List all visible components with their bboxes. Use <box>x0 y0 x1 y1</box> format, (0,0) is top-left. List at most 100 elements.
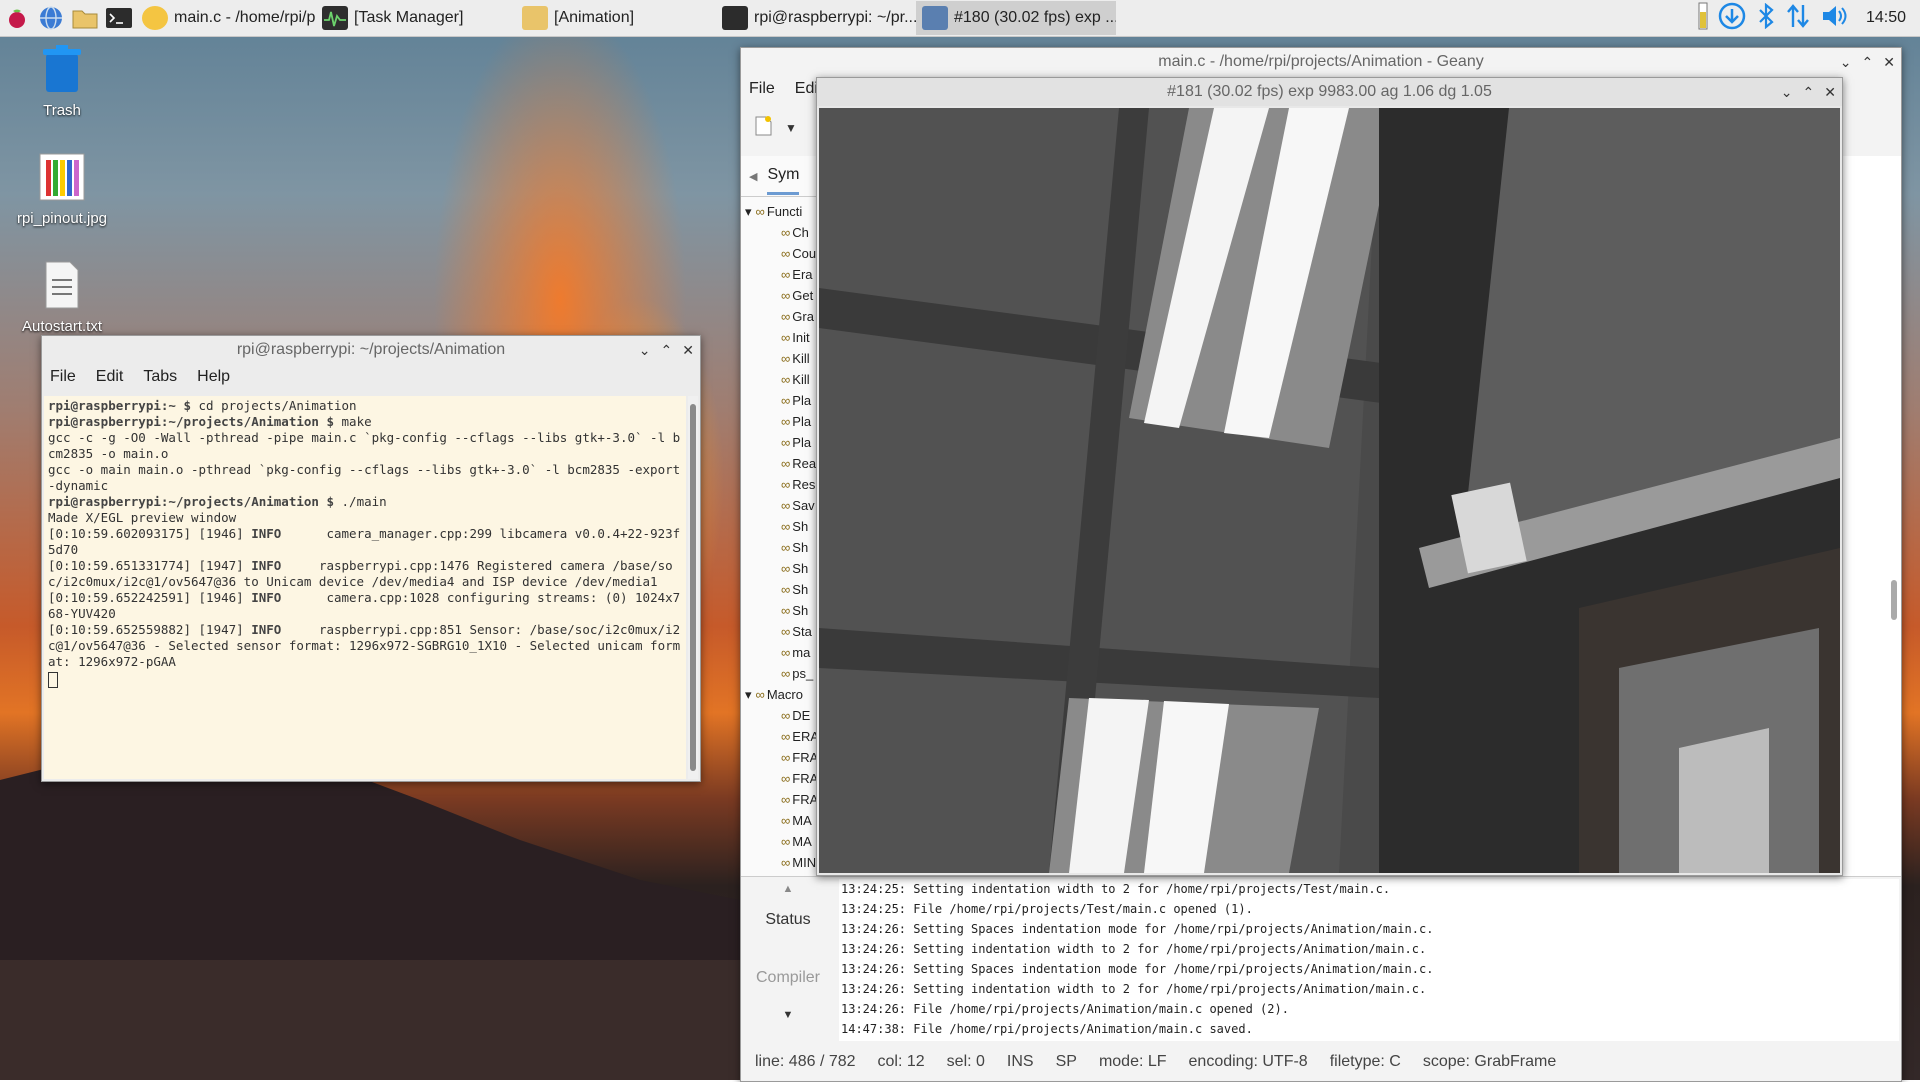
status-message: 13:24:26: Setting indentation width to 2… <box>841 982 1427 996</box>
menu-edit[interactable]: Edit <box>96 368 124 386</box>
tree-item[interactable]: ∞ Pla <box>741 390 821 411</box>
geany-titlebar[interactable]: main.c - /home/rpi/projects/Animation - … <box>741 48 1901 76</box>
down-arrow-icon[interactable]: ▼ <box>741 1009 835 1021</box>
minimize-icon[interactable]: ⌄ <box>639 342 651 359</box>
tree-item[interactable]: ∞ FRA <box>741 768 821 789</box>
cpu-gauge-icon[interactable] <box>1698 2 1708 34</box>
terminal-scrollbar[interactable] <box>688 396 698 779</box>
new-file-icon[interactable] <box>751 114 775 142</box>
tree-item[interactable]: ∞ Sh <box>741 537 821 558</box>
tree-item[interactable]: ∞ Res <box>741 474 821 495</box>
volume-icon[interactable] <box>1820 3 1848 33</box>
dropdown-arrow-icon[interactable]: ▼ <box>785 121 797 135</box>
task-terminal-label: rpi@raspberrypi: ~/pr... <box>754 9 916 26</box>
tree-item[interactable]: ∞ Kill <box>741 348 821 369</box>
terminal-launcher-icon[interactable] <box>102 1 136 35</box>
tree-item[interactable]: ∞ Sav <box>741 495 821 516</box>
tab-scroll-left-icon[interactable]: ◀ <box>741 170 767 183</box>
expander-icon[interactable]: ▾ <box>745 204 752 220</box>
close-icon[interactable]: ✕ <box>682 342 694 359</box>
expander-icon[interactable]: ▾ <box>745 687 752 703</box>
tree-label: Sav <box>792 498 815 513</box>
terminal-menubar: File Edit Tabs Help <box>42 364 700 390</box>
tree-item[interactable]: ∞ FRA <box>741 747 821 768</box>
preview-titlebar[interactable]: #181 (30.02 fps) exp 9983.00 ag 1.06 dg … <box>817 78 1842 106</box>
status-messages[interactable]: 13:24:25: Setting indentation width to 2… <box>839 879 1899 1041</box>
tree-item[interactable]: ∞ ma <box>741 642 821 663</box>
tree-item[interactable]: ∞ Sh <box>741 600 821 621</box>
tree-item[interactable]: ∞ MA <box>741 810 821 831</box>
terminal-titlebar[interactable]: rpi@raspberrypi: ~/projects/Animation ⌄ … <box>42 336 700 364</box>
symbol-icon: ∞ <box>781 708 791 723</box>
maximize-icon[interactable]: ⌃ <box>1803 84 1815 101</box>
tree-item[interactable]: ∞ Sh <box>741 579 821 600</box>
tree-item[interactable]: ∞ Get <box>741 285 821 306</box>
menu-file[interactable]: File <box>749 80 775 104</box>
menu-tabs[interactable]: Tabs <box>143 368 177 386</box>
task-terminal[interactable]: rpi@raspberrypi: ~/pr... <box>716 1 916 35</box>
maximize-icon[interactable]: ⌃ <box>1862 54 1874 71</box>
symbol-icon: ∞ <box>781 267 791 282</box>
tree-item[interactable]: ∞ Era <box>741 264 821 285</box>
symbol-icon: ∞ <box>781 435 791 450</box>
file-manager-launcher-icon[interactable] <box>68 1 102 35</box>
terminal-output[interactable]: rpi@raspberrypi:~ $ cd projects/Animatio… <box>44 396 686 779</box>
desktop-icon-trash[interactable]: Trash <box>2 44 122 119</box>
symbol-icon: ∞ <box>781 477 791 492</box>
editor-scrollbar[interactable] <box>1889 160 1899 902</box>
log-timestamp: [0:10:59.652242591] [1946] <box>48 590 252 605</box>
tree-item[interactable]: ∞ Rea <box>741 453 821 474</box>
raspberry-menu-button[interactable] <box>0 1 34 35</box>
task-geany[interactable]: main.c - /home/rpi/pr... <box>136 1 316 35</box>
tree-item[interactable]: ∞ Sh <box>741 558 821 579</box>
task-task-manager[interactable]: [Task Manager] <box>316 1 516 35</box>
tree-item[interactable]: ∞ Gra <box>741 306 821 327</box>
update-download-icon[interactable] <box>1718 2 1746 34</box>
tree-group[interactable]: ▾ ∞ Functi <box>741 201 821 222</box>
minimize-icon[interactable]: ⌄ <box>1840 54 1852 71</box>
task-animation-folder[interactable]: [Animation] <box>516 1 716 35</box>
up-arrow-icon[interactable]: ▲ <box>741 883 835 895</box>
tree-item[interactable]: ∞ DE <box>741 705 821 726</box>
tree-label: Sh <box>792 519 809 534</box>
maximize-icon[interactable]: ⌃ <box>661 342 673 359</box>
tree-label: MIN <box>792 855 817 870</box>
scrollbar-thumb[interactable] <box>690 404 696 771</box>
tree-item[interactable]: ∞ ERA <box>741 726 821 747</box>
tree-item[interactable]: ∞ Cou <box>741 243 821 264</box>
tree-item[interactable]: ∞ Kill <box>741 369 821 390</box>
menu-help[interactable]: Help <box>197 368 230 386</box>
tree-label: Get <box>792 288 814 303</box>
terminal-path: :~ $ <box>160 398 199 413</box>
tree-item[interactable]: ∞ Pla <box>741 432 821 453</box>
menu-file[interactable]: File <box>50 368 76 386</box>
status-message: 14:47:38: File /home/rpi/projects/Animat… <box>841 1022 1253 1036</box>
task-camera-preview[interactable]: #180 (30.02 fps) exp ... <box>916 1 1116 35</box>
minimize-icon[interactable]: ⌄ <box>1781 84 1793 101</box>
desktop-icon-label: rpi_pinout.jpg <box>16 210 108 227</box>
tree-item[interactable]: ∞ Ch <box>741 222 821 243</box>
close-icon[interactable]: ✕ <box>1883 54 1895 71</box>
tree-item[interactable]: ∞ Init <box>741 327 821 348</box>
scrollbar-thumb[interactable] <box>1891 580 1897 620</box>
clock[interactable]: 14:50 <box>1866 9 1906 27</box>
tree-item[interactable]: ∞ MIN <box>741 852 821 873</box>
desktop-icon-rpi-pinout[interactable]: rpi_pinout.jpg <box>2 152 122 227</box>
status-message: 13:24:26: Setting Spaces indentation mod… <box>841 962 1434 976</box>
tree-item[interactable]: ∞ Sh <box>741 516 821 537</box>
tree-item[interactable]: ∞ ps_ <box>741 663 821 684</box>
bluetooth-icon[interactable] <box>1756 2 1776 33</box>
tab-status[interactable]: Status <box>741 911 835 929</box>
browser-launcher-icon[interactable] <box>34 1 68 35</box>
desktop-icon-autostart[interactable]: Autostart.txt <box>2 260 122 335</box>
network-icon[interactable] <box>1786 3 1810 33</box>
tree-item[interactable]: ∞ MA <box>741 831 821 852</box>
tree-item[interactable]: ∞ Pla <box>741 411 821 432</box>
tab-symbols[interactable]: Sym <box>767 158 800 195</box>
tree-label: FRA <box>792 771 819 786</box>
close-icon[interactable]: ✕ <box>1824 84 1836 101</box>
tree-group[interactable]: ▾ ∞ Macro <box>741 684 821 705</box>
tree-item[interactable]: ∞ Sta <box>741 621 821 642</box>
tree-item[interactable]: ∞ FRA <box>741 789 821 810</box>
tab-compiler[interactable]: Compiler <box>741 969 835 987</box>
